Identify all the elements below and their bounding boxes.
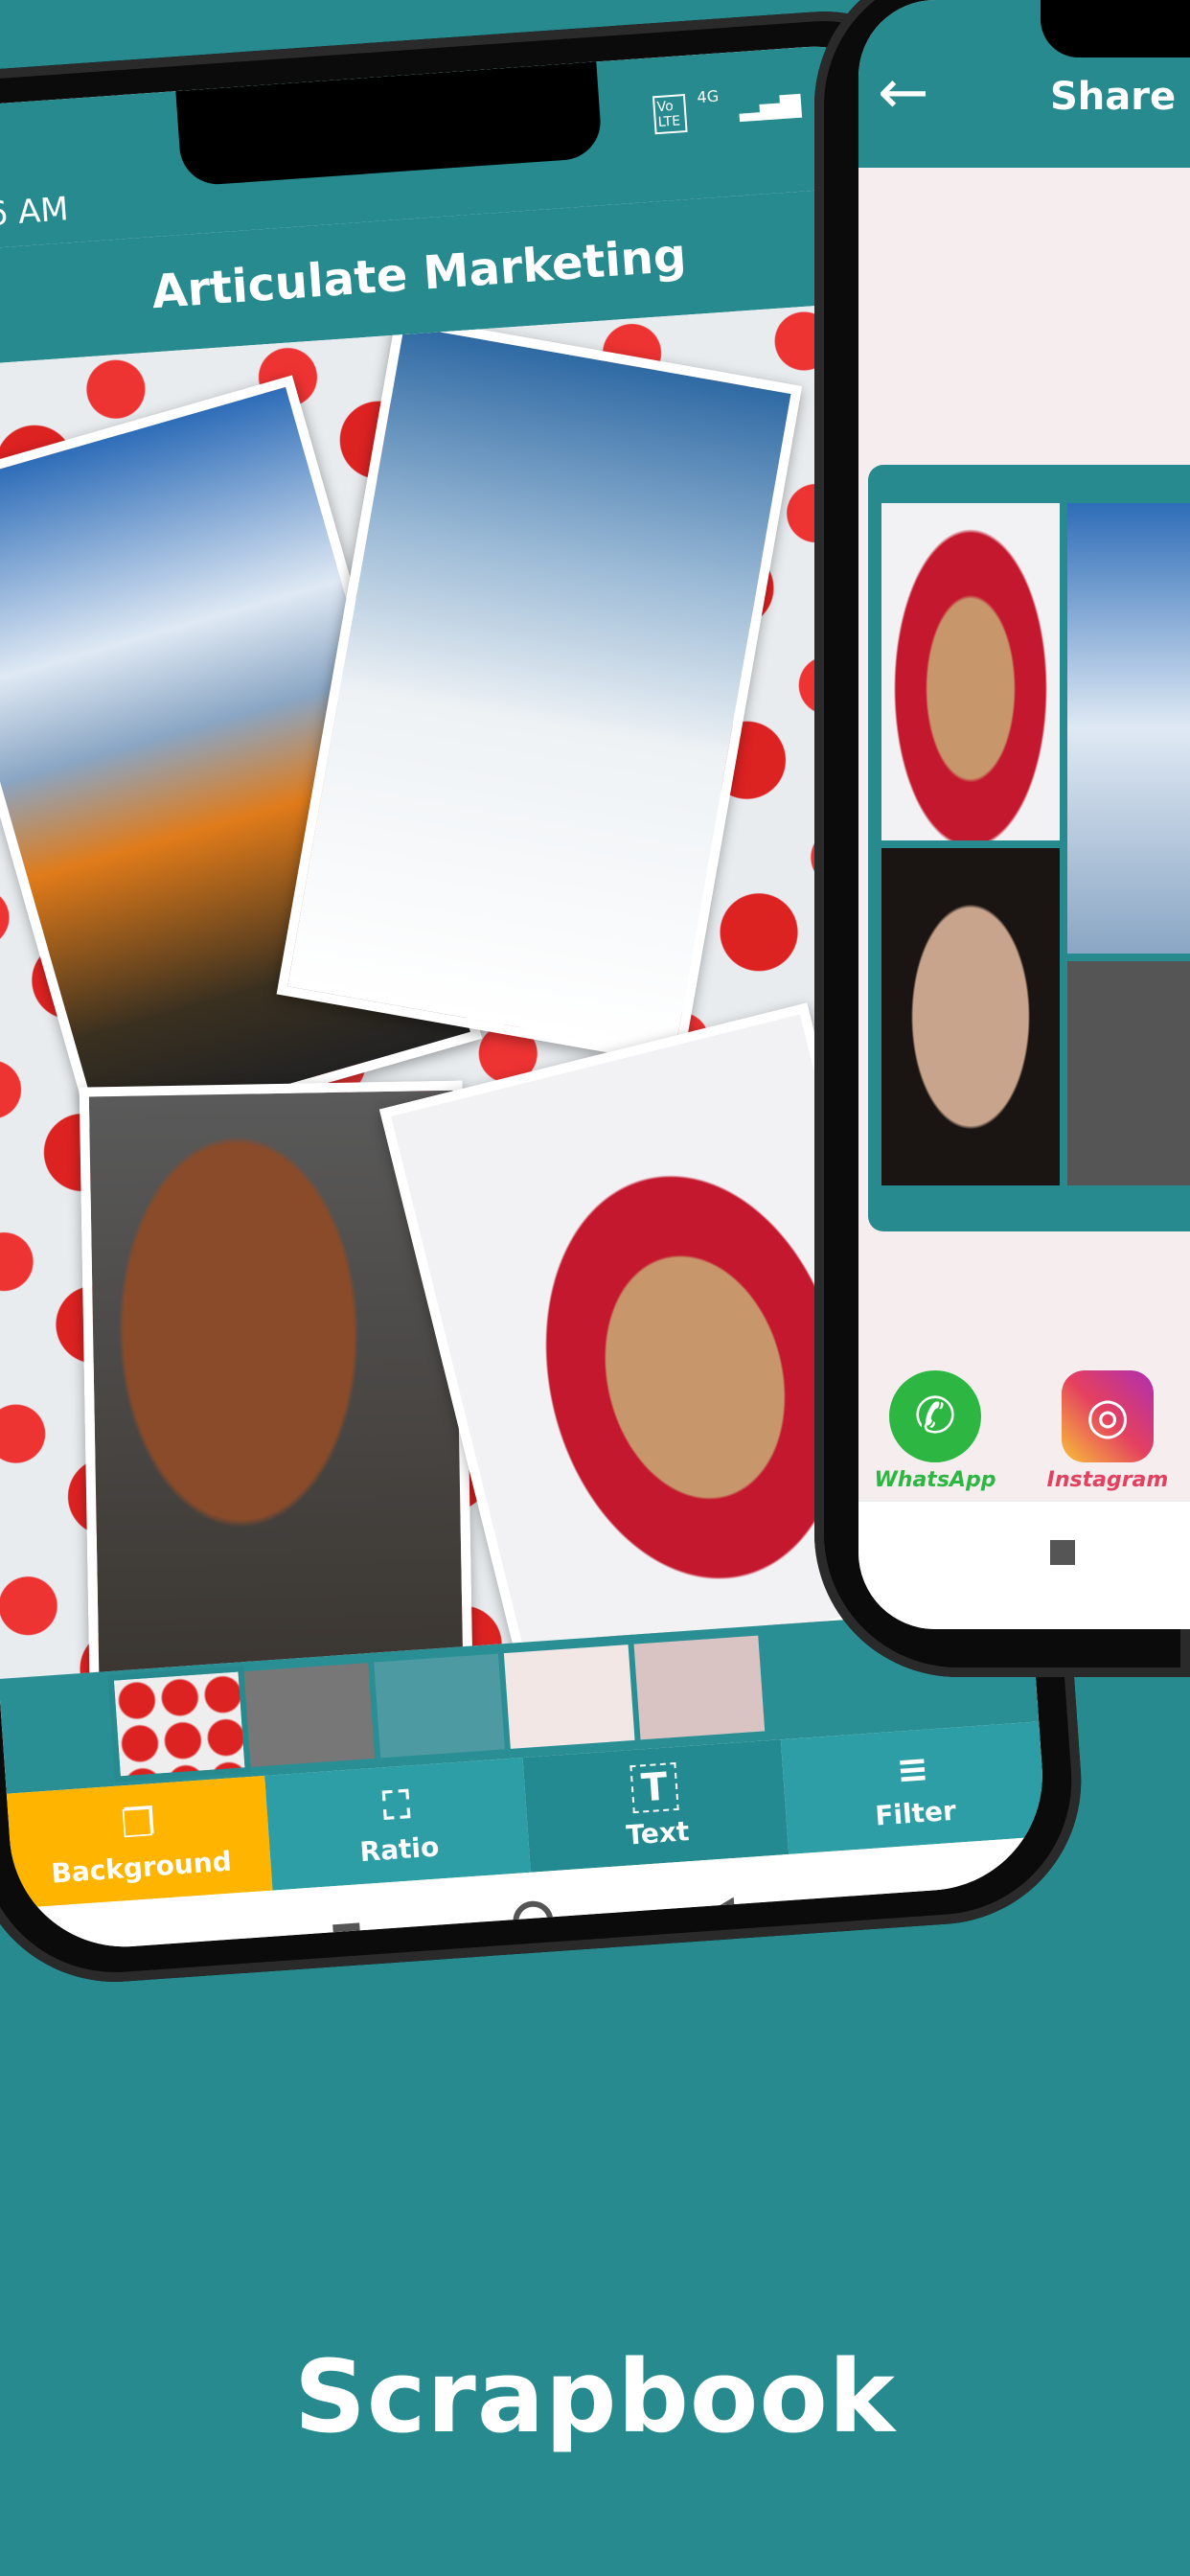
tool-filter[interactable]: ≡ Filter: [780, 1721, 1047, 1854]
thumb-fish[interactable]: [243, 1663, 376, 1767]
filter-icon: ≡: [895, 1746, 930, 1793]
preview-leaves: [1067, 961, 1190, 1185]
tool-text[interactable]: T Text: [522, 1739, 790, 1873]
share-instagram[interactable]: ◎ Instagram: [1041, 1370, 1175, 1492]
preview-train: [1067, 503, 1190, 954]
crop-icon: ⛶: [381, 1782, 412, 1828]
back-icon[interactable]: ◀: [705, 1887, 736, 1931]
system-nav-bar: [858, 1500, 1190, 1629]
tool-background[interactable]: ❐ Background: [6, 1775, 273, 1909]
layers-icon: ❐: [119, 1800, 157, 1847]
home-icon[interactable]: [512, 1899, 556, 1944]
thumb-birds[interactable]: [503, 1644, 635, 1749]
network-type: 4G: [696, 86, 720, 107]
thumb-keys[interactable]: [633, 1635, 766, 1740]
back-arrow-icon[interactable]: ←: [878, 58, 929, 128]
right-phone-mockup: ← Share ✆ WhatsApp ◎ Instagram: [814, 0, 1190, 1677]
thumb-koi[interactable]: [374, 1653, 505, 1759]
brand-title: Scrapbook: [294, 2338, 896, 2455]
page-title: Share: [1050, 75, 1177, 119]
thumb-hearts[interactable]: [107, 1666, 251, 1782]
share-whatsapp[interactable]: ✆ WhatsApp: [868, 1370, 1002, 1492]
preview-coffee: [881, 503, 1060, 840]
recents-icon[interactable]: [332, 1922, 362, 1952]
status-time: 0:26 AM: [0, 190, 70, 238]
tool-ratio[interactable]: ⛶ Ratio: [264, 1758, 531, 1891]
instagram-icon: ◎: [1062, 1370, 1154, 1462]
recents-icon[interactable]: [1050, 1540, 1075, 1565]
photo-snow-tree[interactable]: [276, 314, 803, 1067]
text-box-icon: T: [629, 1761, 679, 1813]
page-title: Articulate Marketing: [149, 228, 688, 320]
volte-icon: Vo LTE: [652, 94, 688, 135]
preview-shiva: [881, 848, 1060, 1185]
whatsapp-icon: ✆: [889, 1370, 981, 1462]
camera-notch: [1041, 0, 1190, 58]
share-screen: ← Share ✆ WhatsApp ◎ Instagram: [858, 0, 1190, 1629]
collage-preview: [868, 465, 1190, 1231]
signal-icon: ▂▄▆: [738, 85, 802, 123]
